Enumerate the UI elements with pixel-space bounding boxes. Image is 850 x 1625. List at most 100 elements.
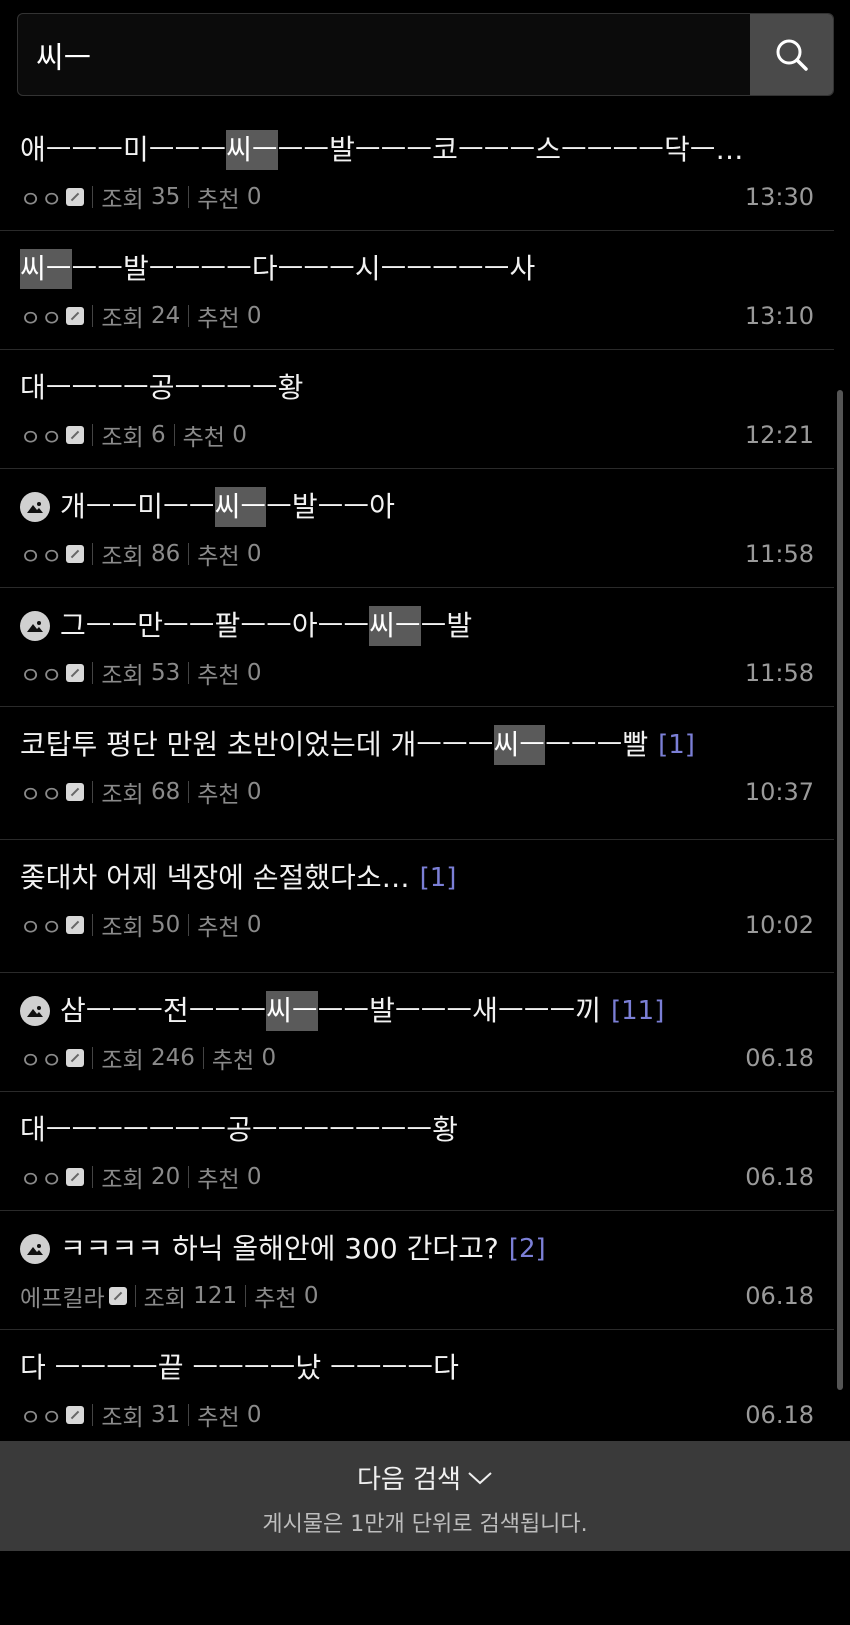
divider (92, 662, 94, 684)
title-text: 개ㅡㅡ미ㅡㅡ (60, 490, 215, 523)
post-time: 11:58 (744, 659, 814, 687)
views-label: 조회 (143, 1286, 186, 1312)
post-row[interactable]: 그ㅡㅡ만ㅡㅡ팔ㅡㅡ아ㅡㅡ 씨ㅡ ㅡ발 ㅇㅇ 조회 53 추천 0 11:58 (0, 588, 834, 707)
search-highlight: 씨ㅡ (493, 725, 546, 765)
divider (92, 543, 94, 565)
recommend-label: 추천 (197, 1167, 240, 1193)
author-name[interactable]: ㅇㅇ (20, 1160, 85, 1194)
recommend-count: 0 (246, 912, 262, 938)
comment-count: [1] (658, 730, 695, 760)
member-badge-icon (66, 664, 85, 682)
recommend-count: 0 (246, 1402, 262, 1428)
search-input[interactable] (18, 14, 750, 95)
post-list: 애ㅡㅡㅡ미ㅡㅡㅡ 씨ㅡ ㅡㅡ발ㅡㅡㅡ코ㅡㅡㅡ스ㅡㅡㅡㅡ닥ㅡ… ㅇㅇ 조회 35 추천 01… (0, 112, 834, 1449)
recommend-count: 0 (246, 541, 262, 567)
author-name[interactable]: ㅇㅇ (20, 908, 85, 942)
title-text: ㅡ발 (420, 609, 473, 642)
post-meta: ㅇㅇ 조회 20 추천 0 06.18 (20, 1160, 814, 1194)
views-count: 6 (150, 422, 166, 448)
post-title[interactable]: 다 ㅡㅡㅡㅡ끝 ㅡㅡㅡㅡ났 ㅡㅡㅡㅡ다 (20, 1348, 814, 1388)
title-text: ㅡㅡ발ㅡㅡㅡㅡ다ㅡㅡㅡ시ㅡㅡㅡㅡㅡ사 (71, 252, 536, 285)
search-note: 게시물은 1만개 단위로 검색됩니다. (262, 1512, 588, 1537)
views-label: 조회 (101, 306, 144, 332)
recommend-count: 0 (261, 1045, 277, 1071)
author-name[interactable]: ㅇㅇ (20, 1398, 85, 1432)
author-name[interactable]: ㅇㅇ (20, 1041, 85, 1075)
divider (92, 186, 94, 208)
post-time: 06.18 (745, 1282, 814, 1310)
post-row[interactable]: 대ㅡㅡㅡㅡㅡㅡㅡ공ㅡㅡㅡㅡㅡㅡㅡ황 ㅇㅇ 조회 20 추천 0 06.18 (0, 1092, 834, 1211)
author-name[interactable]: ㅇㅇ (20, 537, 85, 571)
views-count: 31 (150, 1402, 181, 1428)
post-row[interactable]: 코탑투 평단 만원 초반이었는데 개ㅡㅡㅡ 씨ㅡ ㅡㅡㅡ빨 [1] ㅇㅇ 조회 68 추천 … (0, 707, 834, 840)
post-title[interactable]: 대ㅡㅡㅡㅡㅡㅡㅡ공ㅡㅡㅡㅡㅡㅡㅡ황 (20, 1110, 814, 1150)
author-name[interactable]: ㅇㅇ (20, 418, 85, 452)
divider (188, 1166, 190, 1188)
post-title[interactable]: 애ㅡㅡㅡ미ㅡㅡㅡ 씨ㅡ ㅡㅡ발ㅡㅡㅡ코ㅡㅡㅡ스ㅡㅡㅡㅡ닥ㅡ… (20, 130, 814, 170)
post-title[interactable]: 코탑투 평단 만원 초반이었는데 개ㅡㅡㅡ 씨ㅡ ㅡㅡㅡ빨 [1] (20, 725, 814, 765)
post-meta: ㅇㅇ 조회 50 추천 0 10:02 (20, 908, 814, 942)
post-title[interactable]: 씨ㅡ ㅡㅡ발ㅡㅡㅡㅡ다ㅡㅡㅡ시ㅡㅡㅡㅡㅡ사 (20, 249, 814, 289)
post-title[interactable]: ㅋㅋㅋㅋ 하닉 올해안에 300 간다고? [2] (20, 1229, 814, 1269)
views-label: 조회 (101, 782, 144, 808)
post-time: 13:30 (744, 183, 814, 211)
views-count: 246 (150, 1045, 195, 1071)
post-row[interactable]: 다 ㅡㅡㅡㅡ끝 ㅡㅡㅡㅡ났 ㅡㅡㅡㅡ다 ㅇㅇ 조회 31 추천 0 06.18 (0, 1330, 834, 1449)
search-button[interactable] (750, 14, 833, 95)
author-label: ㅇㅇ (20, 544, 63, 570)
post-title[interactable]: 대ㅡㅡㅡㅡ공ㅡㅡㅡㅡ황 (20, 368, 814, 408)
member-badge-icon (66, 1168, 85, 1186)
comment-count: [11] (611, 996, 665, 1026)
divider (92, 1404, 94, 1426)
divider (92, 424, 94, 446)
title-text: ㅡㅡ발ㅡㅡㅡ새ㅡㅡㅡ끼 (317, 994, 601, 1027)
author-label: ㅇㅇ (20, 425, 63, 451)
title-text: 그ㅡㅡ만ㅡㅡ팔ㅡㅡ아ㅡㅡ (60, 609, 370, 642)
post-row[interactable]: 좆대차 어제 넥장에 손절했다소… [1] ㅇㅇ 조회 50 추천 0 10:02 (0, 840, 834, 973)
member-badge-icon (66, 188, 85, 206)
post-row[interactable]: 대ㅡㅡㅡㅡ공ㅡㅡㅡㅡ황 ㅇㅇ 조회 6 추천 0 12:21 (0, 350, 834, 469)
member-badge-icon (66, 783, 85, 801)
next-search-button[interactable]: 다음 검색 (357, 1459, 493, 1496)
title-text: ㅡ발ㅡㅡ아 (266, 490, 395, 523)
post-meta: ㅇㅇ 조회 6 추천 0 12:21 (20, 418, 814, 452)
divider (188, 543, 190, 565)
author-name[interactable]: ㅇㅇ (20, 299, 85, 333)
title-text: ㅡㅡ발ㅡㅡㅡ코ㅡㅡㅡ스ㅡㅡㅡㅡ닥ㅡ… (277, 133, 744, 166)
post-row[interactable]: 삼ㅡㅡㅡ전ㅡㅡㅡ 씨ㅡ ㅡㅡ발ㅡㅡㅡ새ㅡㅡㅡ끼 [11] ㅇㅇ 조회 246 추천 0 06.… (0, 973, 834, 1092)
post-title[interactable]: 개ㅡㅡ미ㅡㅡ 씨ㅡ ㅡ발ㅡㅡ아 (20, 487, 814, 527)
post-meta: ㅇㅇ 조회 35 추천 0 13:30 (20, 180, 814, 214)
author-name[interactable]: ㅇㅇ (20, 180, 85, 214)
search-highlight: 씨ㅡ (20, 249, 72, 289)
post-title[interactable]: 삼ㅡㅡㅡ전ㅡㅡㅡ 씨ㅡ ㅡㅡ발ㅡㅡㅡ새ㅡㅡㅡ끼 [11] (20, 991, 814, 1031)
member-badge-icon (66, 916, 85, 934)
post-row[interactable]: 애ㅡㅡㅡ미ㅡㅡㅡ 씨ㅡ ㅡㅡ발ㅡㅡㅡ코ㅡㅡㅡ스ㅡㅡㅡㅡ닥ㅡ… ㅇㅇ 조회 35 추천 0 1… (0, 112, 834, 231)
divider (173, 424, 175, 446)
author-label: ㅇㅇ (20, 187, 63, 213)
recommend-label: 추천 (197, 187, 240, 213)
author-label: ㅇㅇ (20, 663, 63, 689)
views-count: 68 (150, 779, 181, 805)
author-name[interactable]: ㅇㅇ (20, 775, 85, 809)
post-time: 11:58 (744, 540, 814, 568)
author-name[interactable]: ㅇㅇ (20, 656, 85, 690)
views-label: 조회 (101, 915, 144, 941)
post-row[interactable]: ㅋㅋㅋㅋ 하닉 올해안에 300 간다고? [2] 에프킬라 조회 121 추천 0 06… (0, 1211, 834, 1330)
post-title[interactable]: 그ㅡㅡ만ㅡㅡ팔ㅡㅡ아ㅡㅡ 씨ㅡ ㅡ발 (20, 606, 814, 646)
member-badge-icon (66, 1406, 85, 1424)
post-row[interactable]: 씨ㅡ ㅡㅡ발ㅡㅡㅡㅡ다ㅡㅡㅡ시ㅡㅡㅡㅡㅡ사 ㅇㅇ 조회 24 추천 0 13:10 (0, 231, 834, 350)
post-title[interactable]: 좆대차 어제 넥장에 손절했다소… [1] (20, 858, 814, 898)
post-row[interactable]: 개ㅡㅡ미ㅡㅡ 씨ㅡ ㅡ발ㅡㅡ아 ㅇㅇ 조회 86 추천 0 11:58 (0, 469, 834, 588)
divider (188, 186, 190, 208)
title-text: 대ㅡㅡㅡㅡㅡㅡㅡ공ㅡㅡㅡㅡㅡㅡㅡ황 (20, 1113, 458, 1146)
post-time: 06.18 (745, 1044, 814, 1072)
divider (92, 781, 94, 803)
search-icon (776, 39, 808, 71)
author-label: 에프킬라 (20, 1286, 105, 1312)
title-text: ㅋㅋㅋㅋ 하닉 올해안에 300 간다고? (60, 1232, 499, 1265)
scrollbar[interactable] (837, 390, 843, 1390)
views-label: 조회 (101, 1048, 144, 1074)
footer: 다음 검색 게시물은 1만개 단위로 검색됩니다. (0, 1441, 850, 1551)
author-name[interactable]: 에프킬라 (20, 1279, 127, 1313)
views-label: 조회 (101, 187, 144, 213)
